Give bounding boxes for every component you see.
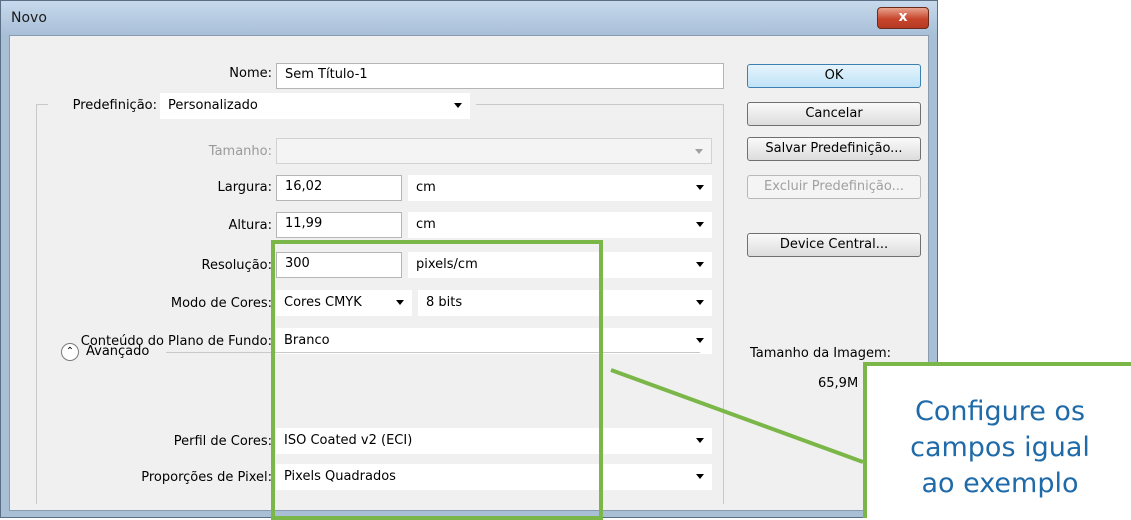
callout-box: Configure os campos igual ao exemplo [863,362,1131,518]
callout-line [610,368,864,464]
callout-text: Configure os campos igual ao exemplo [910,396,1090,499]
